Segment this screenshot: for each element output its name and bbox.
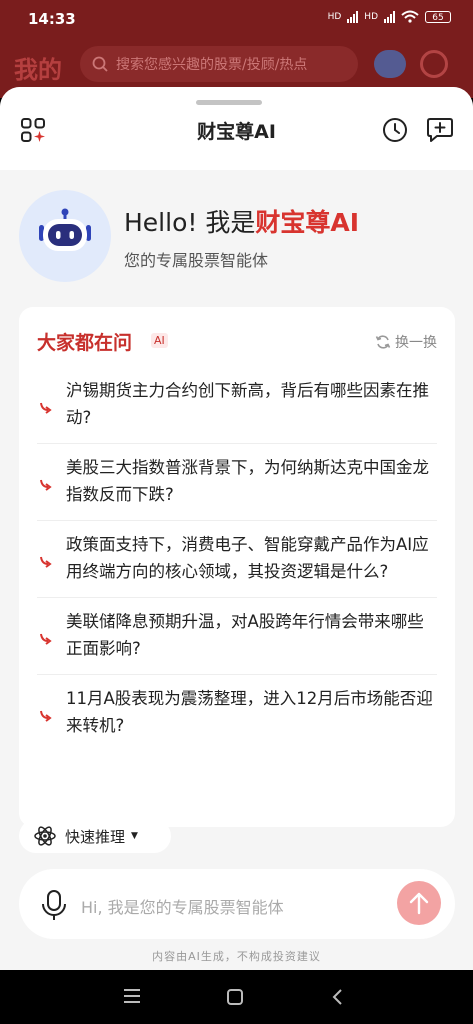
greeting-subtitle: 您的专属股票智能体: [124, 251, 269, 270]
ai-robot-avatar: [19, 190, 111, 282]
signal-icon: [384, 10, 395, 23]
question-item[interactable]: 11月A股表现为震荡整理，进入12月后市场能否迎来转机?: [37, 675, 437, 751]
status-time: 14:33: [28, 10, 76, 28]
arrow-icon: [40, 633, 52, 645]
question-item[interactable]: 美股三大指数普涨背景下，为何纳斯达克中国金龙指数反而下跌?: [37, 444, 437, 521]
network-type-2: HD: [364, 11, 378, 22]
network-type-1: HD: [327, 11, 342, 22]
menu-icon[interactable]: [122, 988, 142, 1004]
background-search-bar: 搜索您感兴趣的股票/投顾/热点: [80, 46, 358, 82]
microphone-icon[interactable]: [41, 889, 67, 921]
status-indicators: HD HD 65: [328, 10, 451, 23]
background-search-placeholder: 搜索您感兴趣的股票/投顾/热点: [116, 57, 308, 73]
arrow-icon: [40, 710, 52, 722]
question-text: 美联储降息预期升温，对A股跨年行情会带来哪些正面影响?: [66, 612, 424, 658]
question-text: 11月A股表现为震荡整理，进入12月后市场能否迎来转机?: [66, 689, 433, 735]
ai-disclaimer: 内容由AI生成，不构成投资建议: [152, 950, 321, 963]
background-page-title: 我的: [14, 56, 62, 84]
ai-assistant-sheet: 财宝尊AI Hello! 我是财宝尊AI 您的专属股票智能体 大家都在问 AI: [0, 87, 473, 970]
wifi-icon: [401, 10, 419, 23]
chat-input-bar: Hi, 我是您的专属股票智能体: [19, 869, 455, 939]
sheet-header: 财宝尊AI: [0, 87, 473, 170]
new-chat-icon[interactable]: [426, 117, 454, 143]
atom-icon: [34, 826, 56, 846]
refresh-icon: [375, 335, 391, 349]
greeting-prefix: 我是: [205, 208, 256, 237]
refresh-button[interactable]: 换一换: [375, 332, 437, 352]
history-clock-icon[interactable]: [382, 117, 408, 143]
target-icon: [420, 50, 448, 78]
system-navigation-bar: [0, 970, 473, 1024]
arrow-icon: [40, 479, 52, 491]
card-title: 大家都在问: [37, 332, 133, 354]
chat-input-field[interactable]: Hi, 我是您的专属股票智能体: [81, 894, 284, 918]
greeting-hello: Hello!: [124, 208, 198, 237]
question-item[interactable]: 沪锡期货主力合约创下新高，背后有哪些因素在推动?: [37, 367, 437, 444]
question-item[interactable]: 政策面支持下，消费电子、智能穿戴产品作为AI应用终端方向的核心领域，其投资逻辑是…: [37, 521, 437, 598]
quick-reasoning-selector[interactable]: 快速推理 ▼: [19, 819, 171, 853]
question-text: 政策面支持下，消费电子、智能穿戴产品作为AI应用终端方向的核心领域，其投资逻辑是…: [66, 535, 429, 581]
popular-questions-card: 大家都在问 AI 换一换 沪锡期货主力合约创下新高，背后有哪些因素在推动? 美股…: [19, 307, 455, 827]
quick-reasoning-label: 快速推理: [65, 827, 126, 846]
robot-icon: [374, 50, 406, 78]
send-button[interactable]: [397, 881, 441, 925]
question-text: 沪锡期货主力合约创下新高，背后有哪些因素在推动?: [66, 381, 429, 427]
back-icon[interactable]: [330, 988, 344, 1006]
arrow-icon: [40, 402, 52, 414]
ai-badge: AI: [151, 333, 168, 348]
arrow-icon: [40, 556, 52, 568]
greeting-brand: 财宝尊AI: [255, 208, 360, 237]
home-icon[interactable]: [226, 988, 244, 1006]
battery-icon: 65: [425, 10, 451, 23]
question-item[interactable]: 美联储降息预期升温，对A股跨年行情会带来哪些正面影响?: [37, 598, 437, 675]
drag-handle[interactable]: [196, 100, 262, 105]
question-list: 沪锡期货主力合约创下新高，背后有哪些因素在推动? 美股三大指数普涨背景下，为何纳…: [37, 367, 437, 751]
refresh-label: 换一换: [395, 335, 437, 351]
arrow-up-icon: [409, 892, 429, 915]
robot-icon: [39, 208, 91, 251]
search-icon: [92, 56, 108, 72]
status-bar: 14:33 HD HD 65: [0, 0, 473, 36]
signal-icon: [347, 10, 359, 23]
question-text: 美股三大指数普涨背景下，为何纳斯达克中国金龙指数反而下跌?: [66, 458, 429, 504]
caret-down-icon: ▼: [131, 831, 138, 841]
greeting-title: Hello! 我是财宝尊AI: [124, 203, 359, 239]
